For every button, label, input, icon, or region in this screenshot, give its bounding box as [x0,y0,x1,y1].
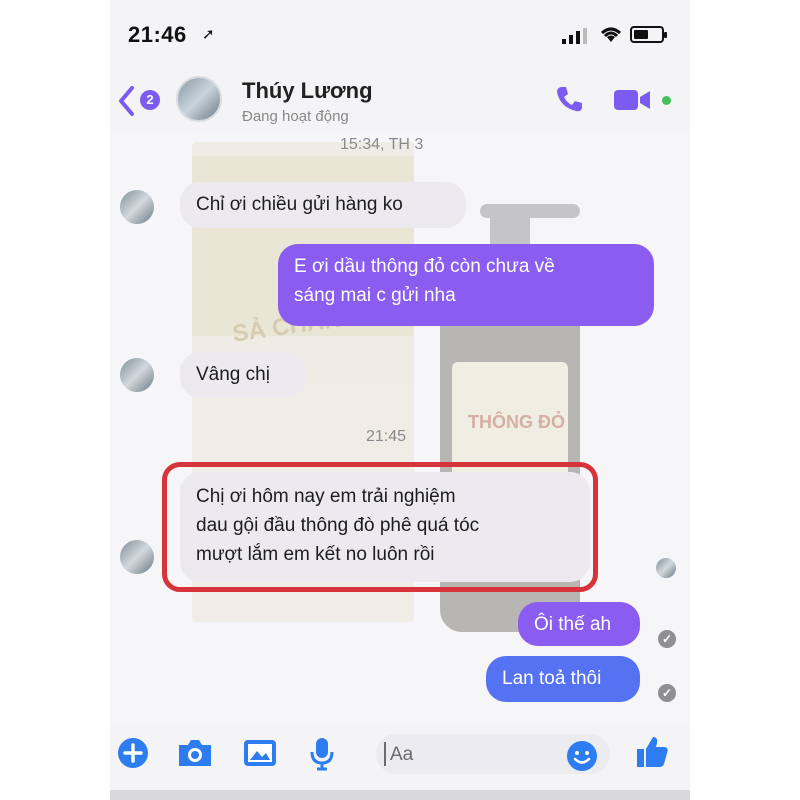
unread-count-badge[interactable]: 2 [140,90,160,110]
location-arrow-icon: ➚ [202,26,215,43]
outgoing-message[interactable]: Lan toả thôi [486,656,640,702]
incoming-message[interactable]: Chỉ ơi chiều gửi hàng ko [180,182,466,228]
outgoing-message[interactable]: E ơi dầu thông đỏ còn chưa về sáng mai c… [278,244,654,326]
avatar [120,540,154,574]
timestamp: 21:45 [366,428,407,445]
emoji-icon[interactable] [566,740,598,772]
avatar [120,190,154,224]
composer-bar: Aa [110,722,690,790]
product-bottle-label: THÔNG ĐỎ [468,412,565,432]
avatar [120,358,154,392]
phone-icon[interactable] [554,84,584,114]
contact-status: Đang hoạt động [242,108,349,125]
thumbs-up-icon[interactable] [634,734,670,770]
online-indicator [662,96,671,105]
status-bar: 21:46 ➚ [110,0,690,70]
video-camera-icon[interactable] [614,88,652,112]
chat-header: 2 Thúy Lương Đang hoạt động [110,70,690,132]
contact-name[interactable]: Thúy Lương [242,78,373,104]
camera-icon[interactable] [176,736,214,770]
message-list: SẢ CHANH THÔNG ĐỎ 15:34, TH 3 Chỉ ơi chi… [110,132,690,722]
delivered-check-icon: ✓ [658,630,676,648]
seen-avatar [656,558,676,578]
messenger-screen: 21:46 ➚ 2 Thúy Lương Đang hoạt động SẢ T… [110,0,690,800]
plus-icon[interactable] [116,736,150,770]
status-time: 21:46 [128,22,187,47]
image-icon[interactable] [242,736,278,770]
incoming-message[interactable]: Vâng chị [180,352,306,398]
microphone-icon[interactable] [308,736,336,772]
battery-icon [630,26,667,43]
delivered-check-icon: ✓ [658,684,676,702]
outgoing-message[interactable]: Ôi thế ah [518,602,640,646]
message-input-placeholder: Aa [390,744,414,765]
chevron-left-icon[interactable] [116,84,138,118]
timestamp: 15:34, TH 3 [340,136,424,153]
wifi-icon [601,27,621,42]
contact-avatar[interactable] [176,76,222,122]
home-indicator-area [110,790,690,800]
signal-icon [562,28,587,44]
highlight-box [162,462,598,592]
